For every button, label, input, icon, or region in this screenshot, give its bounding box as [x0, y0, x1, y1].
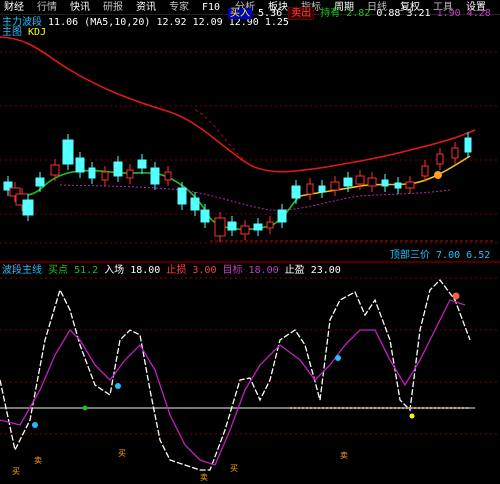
- ma-mid-purple: [59, 184, 451, 211]
- candle-body: [451, 147, 459, 159]
- candle-body: [253, 223, 263, 231]
- marker-5: 买: [230, 464, 238, 473]
- candle-body: [394, 182, 402, 189]
- osc-grid: [0, 277, 500, 435]
- marker-6: 卖: [340, 451, 348, 460]
- candle-body: [62, 139, 74, 165]
- marker-2: 卖: [34, 456, 42, 465]
- stock-chart-window: 财经行情快讯研报资讯专家F10分析板块指标周期日线复权工具设置 主力波段 11.…: [0, 0, 500, 484]
- candle-body: [464, 137, 472, 153]
- marker-1: 买: [12, 467, 20, 476]
- candle-body: [306, 183, 314, 195]
- ma-upper-red-dash: [194, 109, 246, 161]
- candle-body: [266, 221, 274, 229]
- candle-body: [75, 157, 85, 173]
- candle-body: [367, 177, 377, 187]
- candle-body: [343, 177, 353, 187]
- candle-body: [330, 181, 340, 191]
- candle-body: [214, 217, 226, 237]
- candle-body: [113, 161, 123, 177]
- candle-body: [227, 221, 237, 231]
- candle-body: [291, 185, 301, 199]
- chart-canvas[interactable]: [0, 0, 500, 484]
- candle-body: [177, 187, 187, 205]
- candle-body: [318, 185, 326, 193]
- candle-body: [240, 225, 250, 235]
- candle-body: [164, 171, 172, 181]
- candle-body: [277, 209, 287, 223]
- candle-body: [190, 197, 200, 211]
- candlesticks: [3, 132, 472, 242]
- candle-body: [137, 159, 147, 169]
- candle-body: [126, 169, 134, 179]
- candle-body: [35, 177, 45, 187]
- price-grid: [0, 51, 500, 244]
- candle-body: [405, 181, 415, 189]
- marker-3: 买: [118, 449, 126, 458]
- candle-body: [355, 175, 365, 185]
- candle-body: [436, 153, 444, 165]
- candle-body: [200, 209, 210, 223]
- candle-body: [22, 199, 34, 216]
- candle-body: [381, 179, 389, 187]
- candle-body: [50, 164, 60, 176]
- candle-body: [150, 167, 160, 185]
- candle-body: [88, 167, 96, 179]
- marker-4: 卖: [200, 473, 208, 482]
- candle-body: [101, 171, 109, 181]
- candle-body: [421, 165, 429, 177]
